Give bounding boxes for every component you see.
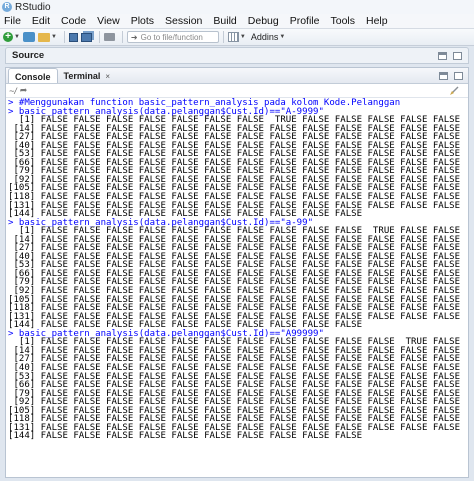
toolbar-separator bbox=[63, 31, 65, 43]
folder-icon bbox=[37, 32, 50, 42]
arrow-right-icon: ➜ bbox=[130, 32, 138, 42]
addins-button[interactable]: Addins ▼ bbox=[249, 31, 285, 44]
console-tabbar: Console Terminal × bbox=[6, 68, 468, 84]
title-bar: R RStudio bbox=[0, 0, 474, 14]
print-icon bbox=[103, 33, 115, 41]
tab-console-label: Console bbox=[15, 72, 51, 82]
save-all-button[interactable] bbox=[80, 31, 92, 44]
caret-down-icon: ▼ bbox=[239, 34, 246, 40]
menu-edit[interactable]: Edit bbox=[32, 15, 50, 27]
print-button[interactable] bbox=[103, 31, 115, 44]
grid-icon bbox=[227, 32, 239, 42]
source-label: Source bbox=[12, 50, 45, 61]
rstudio-logo-icon: R bbox=[2, 2, 12, 12]
console-panel: Console Terminal × ~/ ➦ > #Menggunakan fu… bbox=[5, 67, 469, 478]
close-icon[interactable]: × bbox=[105, 72, 110, 81]
working-directory: ~/ bbox=[9, 85, 17, 96]
broom-icon[interactable] bbox=[449, 86, 459, 96]
minimize-icon[interactable] bbox=[438, 52, 447, 60]
pane-layout-button[interactable]: ▼ bbox=[227, 31, 246, 44]
working-directory-bar: ~/ ➦ bbox=[6, 84, 468, 98]
goto-file-input[interactable]: ➜ Go to file/function bbox=[126, 31, 219, 43]
menu-file[interactable]: File bbox=[4, 15, 21, 27]
menu-build[interactable]: Build bbox=[213, 15, 236, 27]
menu-view[interactable]: View bbox=[97, 15, 120, 27]
go-to-directory-icon[interactable]: ➦ bbox=[20, 85, 28, 96]
console-output[interactable]: > #Menggunakan function basic_pattern_an… bbox=[6, 98, 468, 478]
caret-down-icon: ▼ bbox=[14, 34, 20, 40]
caret-down-icon: ▼ bbox=[279, 34, 286, 40]
menu-code[interactable]: Code bbox=[61, 15, 86, 27]
tab-console[interactable]: Console bbox=[8, 68, 58, 83]
tab-terminal-label: Terminal bbox=[63, 71, 101, 81]
menu-help[interactable]: Help bbox=[366, 15, 388, 27]
toolbar-separator bbox=[121, 31, 123, 43]
window-title: RStudio bbox=[15, 1, 51, 13]
caret-down-icon: ▼ bbox=[50, 34, 57, 40]
toolbar-separator bbox=[98, 31, 100, 43]
menu-bar: File Edit Code View Plots Session Build … bbox=[0, 14, 474, 29]
new-file-button[interactable]: + ▼ bbox=[3, 31, 20, 44]
menu-debug[interactable]: Debug bbox=[248, 15, 279, 27]
main-toolbar: + ▼ ▼ ➜ Go to file/function ▼ Addins ▼ bbox=[0, 29, 474, 46]
tab-terminal[interactable]: Terminal × bbox=[58, 68, 117, 83]
menu-session[interactable]: Session bbox=[165, 15, 202, 27]
plus-icon: + bbox=[3, 32, 13, 42]
open-file-button[interactable]: ▼ bbox=[37, 31, 57, 44]
new-project-button[interactable] bbox=[22, 31, 35, 44]
menu-plots[interactable]: Plots bbox=[131, 15, 154, 27]
console-output-line: [144] FALSE FALSE FALSE FALSE FALSE FALS… bbox=[8, 431, 363, 442]
maximize-icon[interactable] bbox=[454, 72, 463, 80]
console-window-controls bbox=[439, 72, 463, 80]
menu-profile[interactable]: Profile bbox=[290, 15, 320, 27]
addins-label: Addins bbox=[250, 32, 279, 42]
source-panel: Source bbox=[5, 47, 469, 64]
save-button[interactable] bbox=[68, 31, 78, 44]
project-icon bbox=[22, 32, 35, 42]
save-all-icon bbox=[80, 32, 92, 42]
goto-placeholder: Go to file/function bbox=[140, 32, 203, 42]
minimize-icon[interactable] bbox=[439, 72, 448, 80]
save-icon bbox=[68, 32, 78, 42]
source-window-controls bbox=[438, 52, 462, 60]
toolbar-separator bbox=[222, 31, 224, 43]
maximize-icon[interactable] bbox=[453, 52, 462, 60]
menu-tools[interactable]: Tools bbox=[330, 15, 355, 27]
